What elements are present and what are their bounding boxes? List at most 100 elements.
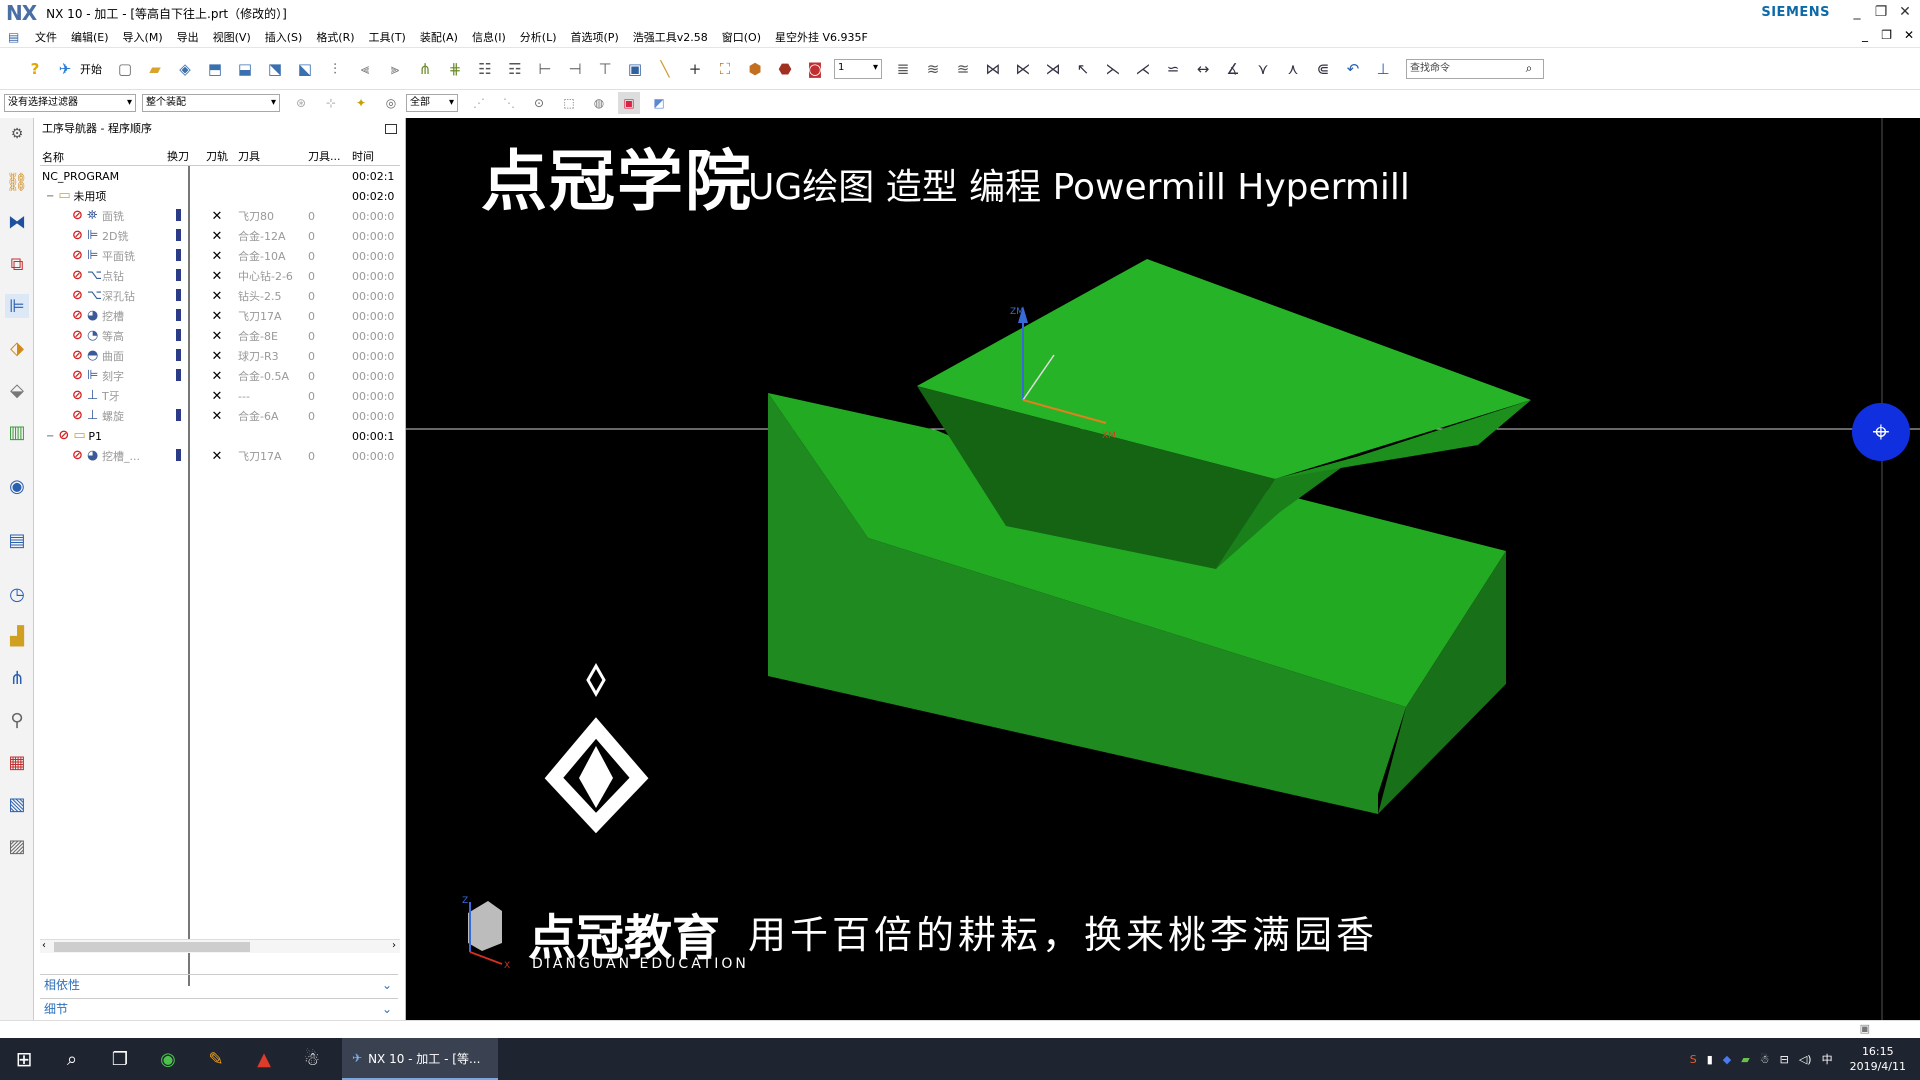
model-canvas[interactable]: ZM XM Z X — [406, 118, 1920, 1020]
fullscreen-icon[interactable]: ▣ — [1860, 1022, 1870, 1035]
orient-icon[interactable]: ⋉ — [1012, 58, 1034, 80]
history-icon[interactable]: ▤ — [5, 528, 29, 552]
menu-information[interactable]: 信息(I) — [465, 29, 513, 45]
table-row[interactable]: ⊘ ⌥ 点钻 ✕ 中心钻-2-6 0 00:00:0 — [40, 266, 400, 286]
collapse-icon[interactable]: − — [46, 431, 54, 442]
datum-plane-icon[interactable]: ⛶ — [714, 58, 736, 80]
collapse-icon[interactable]: − — [46, 191, 54, 202]
qq-tray-icon[interactable]: ☃ — [1760, 1053, 1770, 1066]
menu-insert[interactable]: 插入(S) — [258, 29, 310, 45]
chevron-down-icon[interactable]: ⌄ — [382, 975, 392, 995]
menu-xingkong-plugin[interactable]: 星空外挂 V6.935F — [768, 29, 875, 45]
shade-icon[interactable]: ◙ — [804, 58, 826, 80]
table-row[interactable]: ⊘ ⛯ 面铣 ✕ 飞刀80 0 00:00:0 — [40, 206, 400, 226]
menu-window[interactable]: 窗口(O) — [715, 29, 768, 45]
taskbar-nx-button[interactable]: ✈ NX 10 - 加工 - [等... — [342, 1038, 498, 1080]
qq-icon[interactable]: ☃ — [288, 1038, 336, 1080]
tray-app-icon[interactable]: ▮ — [1707, 1053, 1713, 1066]
table-row[interactable]: ⊘ ◕ 挖槽_... ✕ 飞刀17A 0 00:00:0 — [40, 446, 400, 466]
table-row[interactable]: ⊘ ⊫ 2D铣 ✕ 合金-12A 0 00:00:0 — [40, 226, 400, 246]
clsf-icon[interactable]: ⊣ — [564, 58, 586, 80]
palette-icon[interactable]: ▨ — [5, 834, 29, 858]
scrollbar-thumb[interactable] — [54, 942, 250, 952]
menu-assemblies[interactable]: 装配(A) — [413, 29, 465, 45]
output-cls-icon[interactable]: ⊤ — [594, 58, 616, 80]
network-icon[interactable]: ⊟ — [1780, 1053, 1789, 1066]
replay-toolpath-icon[interactable]: ⫷ — [354, 58, 376, 80]
table-row[interactable]: ⊘ ◔ 等高 ✕ 合金-8E 0 00:00:0 — [40, 326, 400, 346]
process-studio-icon[interactable]: ▟ — [5, 624, 29, 648]
app-icon[interactable]: ✎ — [192, 1038, 240, 1080]
operation-list-icon[interactable]: ☷ — [474, 58, 496, 80]
snap-point-icon[interactable]: ⊹ — [320, 92, 342, 114]
reset-filter-icon[interactable]: ⊛ — [290, 92, 312, 114]
crosshair-cursor-icon[interactable]: ⌖ — [1852, 403, 1910, 461]
command-search-input[interactable]: 查找命令 — [1406, 58, 1544, 79]
shop-docs-icon[interactable]: ☶ — [504, 58, 526, 80]
column-divider[interactable] — [188, 166, 190, 986]
list-toolpath-icon[interactable]: ⫸ — [384, 58, 406, 80]
column-tool[interactable]: 刀具 — [236, 148, 306, 165]
measure-angle-icon[interactable]: ∡ — [1222, 58, 1244, 80]
transform-icon[interactable]: ⋈ — [982, 58, 1004, 80]
create-operation-icon[interactable]: ⬕ — [294, 58, 316, 80]
dependencies-panel[interactable]: 相依性 ⌄ — [40, 974, 398, 994]
column-time[interactable]: 时间 — [350, 148, 396, 165]
undo-icon[interactable]: ↶ — [1342, 58, 1364, 80]
menu-import[interactable]: 导入(M) — [116, 29, 170, 45]
windows-start-icon[interactable]: ⊞ — [0, 1038, 48, 1080]
scroll-left-icon[interactable]: ‹ — [42, 940, 46, 951]
create-program-icon[interactable]: ◈ — [174, 58, 196, 80]
select-all-icon[interactable]: ⋰ — [468, 92, 490, 114]
table-row[interactable]: ⊘ ⌥ 深孔钻 ✕ 钻头-2.5 0 00:00:0 — [40, 286, 400, 306]
create-tool-icon[interactable]: ⬒ — [204, 58, 226, 80]
operation-navigator-icon[interactable]: ⊫ — [5, 294, 29, 318]
snap-center-icon[interactable]: ◎ — [380, 92, 402, 114]
layer-settings-icon[interactable]: ≣ — [892, 58, 914, 80]
show-hide-icon[interactable]: ◍ — [588, 92, 610, 114]
chevron-down-icon[interactable]: ⌄ — [382, 999, 392, 1019]
menu-export[interactable]: 导出 — [170, 29, 206, 45]
help-icon[interactable]: ? — [24, 58, 46, 80]
reuse-library-icon[interactable]: ⬙ — [5, 378, 29, 402]
menu-format[interactable]: 格式(R) — [309, 29, 361, 45]
clock[interactable]: 16:15 2019/4/11 — [1850, 1044, 1906, 1074]
web-browser-icon[interactable]: ◉ — [5, 474, 29, 498]
point-icon[interactable]: ╲ — [654, 58, 676, 80]
component-type-select[interactable]: 全部 — [406, 94, 458, 112]
solid-view-icon[interactable]: ◩ — [648, 92, 670, 114]
manufacturing-wizard-icon[interactable]: ⋔ — [5, 666, 29, 690]
start-icon[interactable]: ✈ — [54, 58, 76, 80]
menu-edit[interactable]: 编辑(E) — [64, 29, 116, 45]
create-method-icon[interactable]: ⬔ — [264, 58, 286, 80]
hd3d-tools-icon[interactable]: ▥ — [5, 420, 29, 444]
tool-holder-icon[interactable]: ⊥ — [1372, 58, 1394, 80]
snap-control-icon[interactable]: ✦ — [350, 92, 372, 114]
wireframe-icon[interactable]: ▣ — [618, 92, 640, 114]
table-row[interactable]: ⊘ ⊥ T牙 ✕ --- 0 00:00:0 — [40, 386, 400, 406]
table-row[interactable]: − ▭ 未用项 00:02:0 — [40, 186, 400, 206]
work-layer-select[interactable]: 1 — [834, 58, 882, 79]
explode-icon[interactable]: ⋐ — [1312, 58, 1334, 80]
menu-tools[interactable]: 工具(T) — [362, 29, 413, 45]
system-scene-icon[interactable]: ▧ — [5, 792, 29, 816]
tray-shield-icon[interactable]: ◆ — [1723, 1053, 1731, 1066]
sogou-icon[interactable]: S — [1690, 1053, 1697, 1066]
menu-haoqiang-tools[interactable]: 浩强工具v2.58 — [626, 29, 715, 45]
table-row[interactable]: NC_PROGRAM 00:02:1 — [40, 166, 400, 186]
minimize-icon[interactable]: _ — [1846, 2, 1868, 22]
maximize-icon[interactable] — [385, 124, 397, 134]
task-view-icon[interactable]: ❐ — [96, 1038, 144, 1080]
snap-mid-icon[interactable]: ⋍ — [1162, 58, 1184, 80]
clock-icon[interactable]: ◷ — [5, 582, 29, 606]
extrude-icon[interactable]: ⬣ — [774, 58, 796, 80]
table-row[interactable]: ⊘ ◓ 曲面 ✕ 球刀-R3 0 00:00:0 — [40, 346, 400, 366]
selection-scope-select[interactable]: 整个装配 — [142, 94, 280, 112]
column-name[interactable]: 名称 — [40, 148, 158, 165]
pdf-icon[interactable]: ▲ — [240, 1038, 288, 1080]
column-toolpath[interactable]: 刀轨 — [198, 148, 236, 165]
table-row[interactable]: ⊘ ⊫ 平面铣 ✕ 合金-10A 0 00:00:0 — [40, 246, 400, 266]
close-icon[interactable]: ✕ — [1894, 2, 1916, 22]
verify-toolpath-icon[interactable]: ⋔ — [414, 58, 436, 80]
search-icon[interactable]: ⌕ — [48, 1038, 96, 1080]
